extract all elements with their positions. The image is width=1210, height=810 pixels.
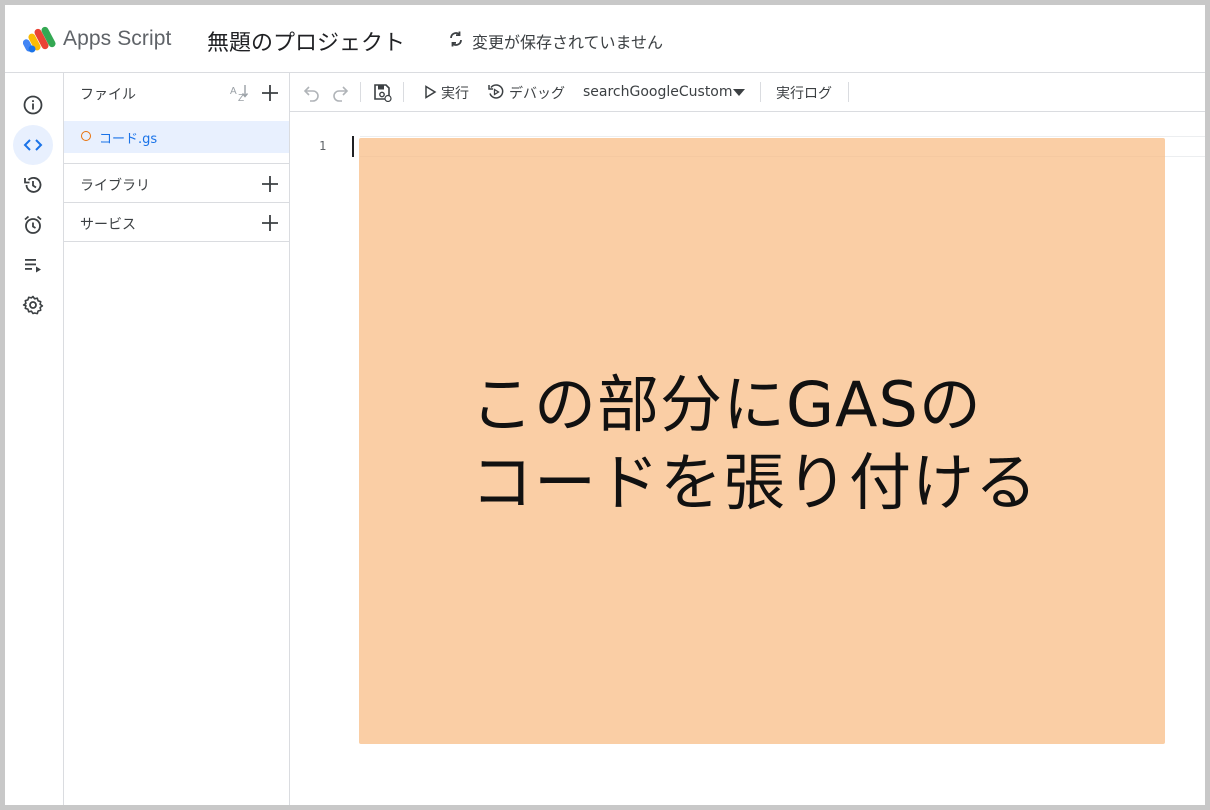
playlist-icon xyxy=(25,259,41,273)
execution-log-button[interactable]: 実行ログ xyxy=(776,83,832,103)
divider xyxy=(64,202,289,203)
file-item-code-gs[interactable]: コード.gs xyxy=(64,121,289,153)
rail-executions-button[interactable] xyxy=(13,245,53,285)
annotation-overlay: この部分にGASの コードを張り付ける xyxy=(359,138,1165,744)
history-icon xyxy=(24,177,42,193)
libraries-label: ライブラリ xyxy=(80,178,150,194)
rail-triggers-button[interactable] xyxy=(13,205,53,245)
rail-settings-button[interactable] xyxy=(13,285,53,325)
toolbar-separator xyxy=(360,82,361,102)
editor-toolbar: 実行 デバッグ searchGoogleCustom 実行ログ xyxy=(290,73,1205,112)
svg-text:A: A xyxy=(230,86,237,97)
function-select[interactable]: searchGoogleCustom xyxy=(583,84,733,100)
annotation-line-1: この部分にGASの xyxy=(471,368,982,441)
divider xyxy=(64,241,289,242)
debug-icon[interactable] xyxy=(487,83,505,101)
code-icon xyxy=(23,139,43,151)
code-editor[interactable]: 1 この部分にGASの コードを張り付ける xyxy=(290,112,1205,805)
redo-icon[interactable] xyxy=(330,82,350,102)
files-label: ファイル xyxy=(80,87,136,103)
services-label: サービス xyxy=(80,217,136,233)
toolbar-separator xyxy=(760,82,761,102)
sync-icon xyxy=(450,31,462,47)
toolbar-separator xyxy=(403,82,404,102)
project-title[interactable]: 無題のプロジェクト xyxy=(207,25,405,57)
apps-script-logo-icon[interactable] xyxy=(23,25,57,53)
navigation-rail xyxy=(5,73,64,805)
dropdown-arrow-icon[interactable] xyxy=(732,86,746,98)
plus-icon xyxy=(262,176,278,192)
annotation-line-2: コードを張り付ける xyxy=(471,446,1039,519)
annotation-text: この部分にGASの コードを張り付ける xyxy=(471,366,1038,522)
divider xyxy=(64,163,289,164)
plus-icon xyxy=(262,215,278,231)
file-name: コード.gs xyxy=(99,132,158,147)
run-icon[interactable] xyxy=(422,84,438,100)
apps-script-window: Apps Script 無題のプロジェクト 変更が保存されていません ファイル … xyxy=(5,5,1205,805)
add-file-button[interactable] xyxy=(260,83,280,103)
files-header: ファイル A Z xyxy=(64,73,289,113)
plus-icon xyxy=(262,85,278,101)
rail-editor-button[interactable] xyxy=(13,125,53,165)
gear-icon xyxy=(22,295,44,315)
toolbar-separator xyxy=(848,82,849,102)
run-button[interactable]: 実行 xyxy=(441,83,469,103)
save-status: 変更が保存されていません xyxy=(472,33,664,52)
add-library-button[interactable] xyxy=(260,174,280,194)
app-name[interactable]: Apps Script xyxy=(63,27,171,51)
line-number: 1 xyxy=(319,139,327,153)
editor-panel: 実行 デバッグ searchGoogleCustom 実行ログ 1 この部分にG… xyxy=(290,73,1205,805)
sort-az-icon[interactable]: A Z xyxy=(228,82,250,104)
files-panel: ファイル A Z コード.gs ライブラリ サービス xyxy=(64,73,290,805)
alarm-icon xyxy=(24,215,42,234)
unsaved-dot-icon xyxy=(81,131,91,141)
save-to-drive-icon[interactable] xyxy=(372,82,392,102)
header: Apps Script 無題のプロジェクト 変更が保存されていません xyxy=(5,5,1205,73)
info-icon xyxy=(23,95,43,115)
undo-icon[interactable] xyxy=(302,82,322,102)
rail-history-button[interactable] xyxy=(13,165,53,205)
text-cursor xyxy=(352,136,354,157)
add-service-button[interactable] xyxy=(260,213,280,233)
debug-button[interactable]: デバッグ xyxy=(509,83,565,103)
rail-overview-button[interactable] xyxy=(13,85,53,125)
